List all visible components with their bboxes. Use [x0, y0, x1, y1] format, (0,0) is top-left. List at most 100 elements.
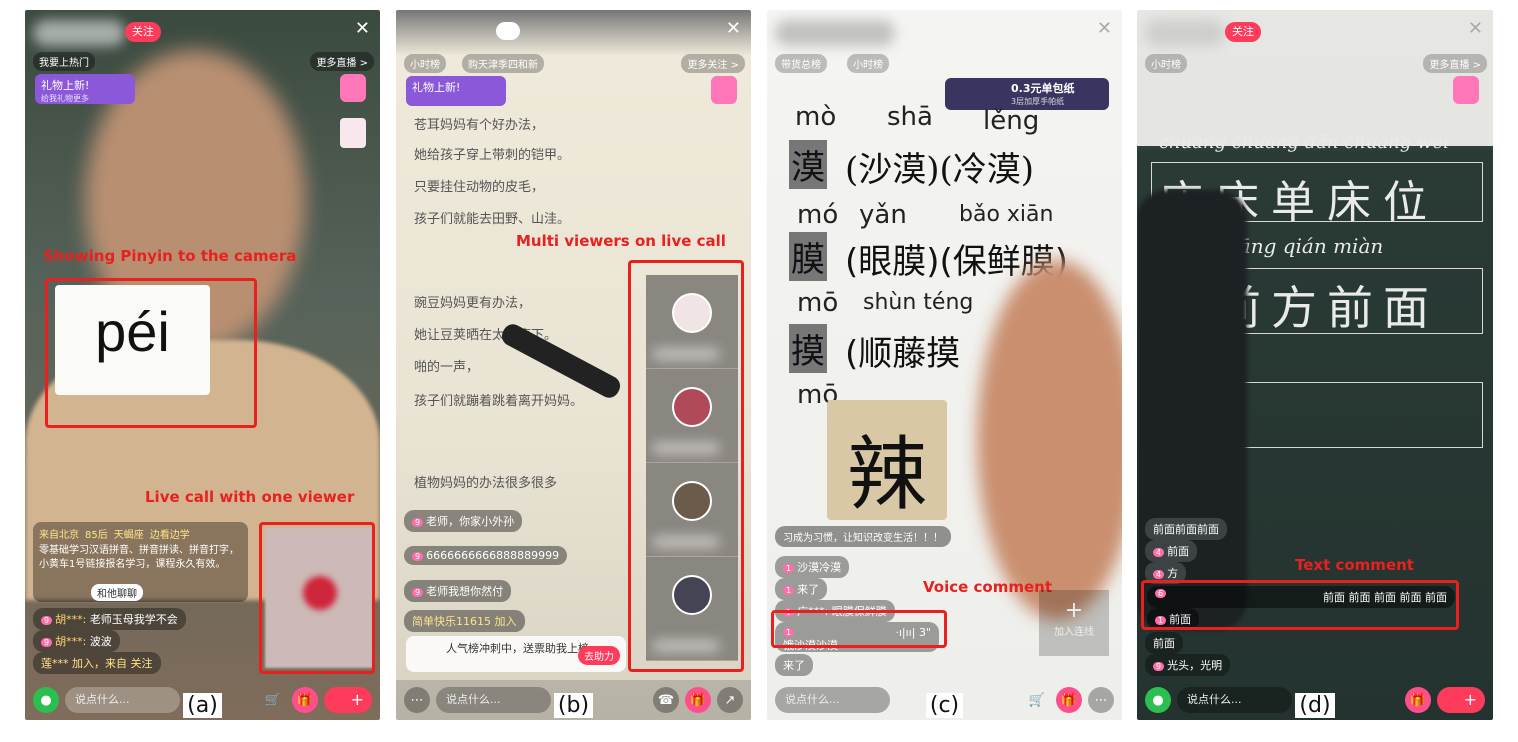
more-live-link[interactable]: 更多直播 >	[310, 52, 374, 71]
comment-row: 习成为习惯，让知识改变生活！！！	[775, 526, 951, 547]
panel-b-screen: ✕ 小时榜 购天津季四和新 更多关注 > 礼物上新! 苍耳妈妈有个好办法， 她给…	[396, 10, 751, 720]
comment-row: 1 来了	[775, 578, 828, 600]
top-bar: 关注 ✕	[1137, 10, 1493, 56]
hanzi-box: 摸	[789, 324, 827, 373]
join-call-button[interactable]: + 加入连线	[1039, 590, 1109, 656]
gift-banner-title: 礼物上新!	[41, 79, 90, 92]
help-boost-button[interactable]: 去助力	[578, 646, 620, 665]
lottery-icon[interactable]	[1453, 76, 1479, 104]
hour-rank-link[interactable]: 小时榜	[847, 54, 889, 73]
panel-label-a: (a)	[25, 693, 380, 718]
hour-rank-link[interactable]: 小时榜	[404, 54, 446, 73]
comment-text: 前面	[1167, 545, 1190, 558]
hour-rank-link[interactable]: 小时榜	[1145, 54, 1187, 73]
speaker-icon[interactable]	[496, 22, 520, 40]
join-notice: 莲*** 加入，来自 关注	[33, 652, 161, 674]
chat-with-host-button[interactable]: 和他聊聊	[91, 584, 143, 601]
hanzi-box: 漠	[789, 140, 827, 189]
streamer-face	[977, 260, 1122, 620]
follow-button[interactable]: 关注	[125, 22, 161, 42]
rank-popup-text: 人气榜冲刺中，送票助我上榜	[446, 642, 589, 655]
comment-row: 9 老师我想你然付	[404, 580, 512, 602]
textbook-line: 孩子们就蹦着跳着离开妈妈。	[414, 394, 584, 409]
hot-rank-link[interactable]: 我要上热门	[33, 52, 95, 71]
more-live-link[interactable]: 更多直播 >	[1423, 54, 1487, 73]
panel-c-screen: ✕ 带货总榜 小时榜 0.3元单包纸 3层加厚手帕纸 mò shā lěng 漠…	[767, 10, 1122, 720]
host-tags: 来自北京 85后 天蝎座 边看边学	[39, 526, 242, 541]
close-icon[interactable]: ✕	[1468, 18, 1483, 39]
promo-price: 0.3元单包纸	[1011, 82, 1075, 95]
pinyin-mo: mò	[795, 102, 837, 132]
highlight-box-viewers	[628, 260, 744, 672]
comment-text: 方	[1167, 567, 1179, 580]
tag-age: 85后	[85, 530, 108, 541]
panel-label-c: (c)	[767, 693, 1122, 718]
chalk-pinyin-row1: chuáng chuáng dān chuáng wèi	[1159, 132, 1449, 153]
close-icon[interactable]: ✕	[355, 18, 370, 39]
gift-banner-title: 礼物上新!	[412, 81, 461, 94]
close-icon[interactable]: ✕	[1097, 18, 1112, 39]
comment-row: 9 胡***: 波波	[33, 630, 120, 652]
daily-task-icon[interactable]	[340, 118, 366, 148]
close-icon[interactable]: ✕	[726, 18, 741, 39]
textbook-line: 豌豆妈妈更有办法，	[414, 296, 532, 311]
highlight-box-live-call	[259, 522, 375, 674]
host-info[interactable]	[33, 20, 125, 46]
goods-rank-link[interactable]: 带货总榜	[775, 54, 827, 73]
annotation-pinyin: Showing Pinyin to the camera	[43, 247, 297, 265]
top-bar: ✕	[767, 10, 1122, 56]
flash-card-text: 辣	[847, 428, 927, 521]
hanzi-box: 膜	[789, 232, 827, 281]
annotation-text-comment: Text comment	[1295, 556, 1414, 574]
pinyin-sha: shā	[887, 102, 933, 132]
region-rank-link[interactable]: 购天津季四和新	[462, 54, 544, 73]
hanzi-flash-card: 辣	[827, 400, 947, 521]
gift-banner[interactable]: 礼物上新! 给我礼物更多	[35, 74, 135, 104]
textbook-line: 她给孩子穿上带刺的铠甲。	[414, 148, 571, 163]
pinyin-baoxian: bǎo xiān	[959, 202, 1054, 227]
comment-row: 来了	[775, 654, 813, 676]
annotation-live-call: Live call with one viewer	[145, 488, 355, 506]
hanzi-row: (顺藤摸	[845, 334, 961, 374]
comment-row: 9 胡***: 老师玉母我学不会	[33, 608, 186, 630]
comment-text: 来了	[797, 583, 820, 596]
pinyin-shunteng: shùn téng	[863, 290, 974, 315]
join-notice: 简单快乐11615 加入	[404, 610, 525, 632]
lottery-icon[interactable]	[711, 76, 737, 104]
panel-a-screen: 关注 ✕ 我要上热门 更多直播 > 礼物上新! 给我礼物更多 Showing P…	[25, 10, 380, 720]
host-description: 零基础学习汉语拼音、拼音拼读、拼音打字，小黄车1号链接报名学习，课程永久有效。	[39, 545, 239, 570]
plus-icon: +	[1064, 598, 1084, 623]
comment-user: 胡***:	[55, 635, 87, 648]
tag-location: 来自北京	[39, 530, 79, 541]
comment-text: 光头，光明	[1167, 659, 1223, 672]
highlight-box-voice	[771, 610, 947, 648]
comment-text: 沙漠冷漠	[797, 561, 842, 574]
gift-banner[interactable]: 礼物上新!	[406, 76, 506, 106]
textbook-line: 苍耳妈妈有个好办法，	[414, 118, 545, 133]
lottery-icon[interactable]	[340, 74, 366, 102]
host-info[interactable]	[1145, 20, 1225, 46]
tag-learn: 边看边学	[149, 530, 190, 541]
top-bar: ✕	[396, 10, 751, 56]
highlight-box-text-comment	[1141, 580, 1459, 630]
panel-label-d: (d)	[1137, 693, 1493, 718]
gift-banner-subtitle: 给我礼物更多	[41, 94, 89, 103]
comment-row: 9 光头，光明	[1145, 654, 1231, 676]
panel-label-b: (b)	[396, 693, 751, 718]
join-call-label: 加入连线	[1054, 627, 1094, 638]
tag-sign: 天蝎座	[113, 530, 144, 541]
more-follow-link[interactable]: 更多关注 >	[681, 54, 745, 73]
textbook-line: 只要挂住动物的皮毛，	[414, 180, 545, 195]
annotation-multi-viewers: Multi viewers on live call	[516, 232, 726, 250]
host-info[interactable]	[775, 20, 895, 46]
comment-row: 前面	[1145, 632, 1183, 654]
panel-d-screen: 关注 ✕ 小时榜 更多直播 > chuáng chuáng dān chuáng…	[1137, 10, 1493, 720]
pinyin-yan: yǎn	[859, 200, 907, 230]
comment-text: 老师玉母我学不会	[89, 613, 178, 626]
comment-row: 1 沙漠冷漠	[775, 556, 850, 578]
comment-row: 9 6666666666888889999	[404, 546, 568, 565]
pinyin-leng: lěng	[983, 106, 1040, 136]
follow-button[interactable]: 关注	[1225, 22, 1261, 42]
comment-text: 老师我想你然付	[426, 585, 504, 598]
annotation-voice: Voice comment	[923, 578, 1053, 596]
